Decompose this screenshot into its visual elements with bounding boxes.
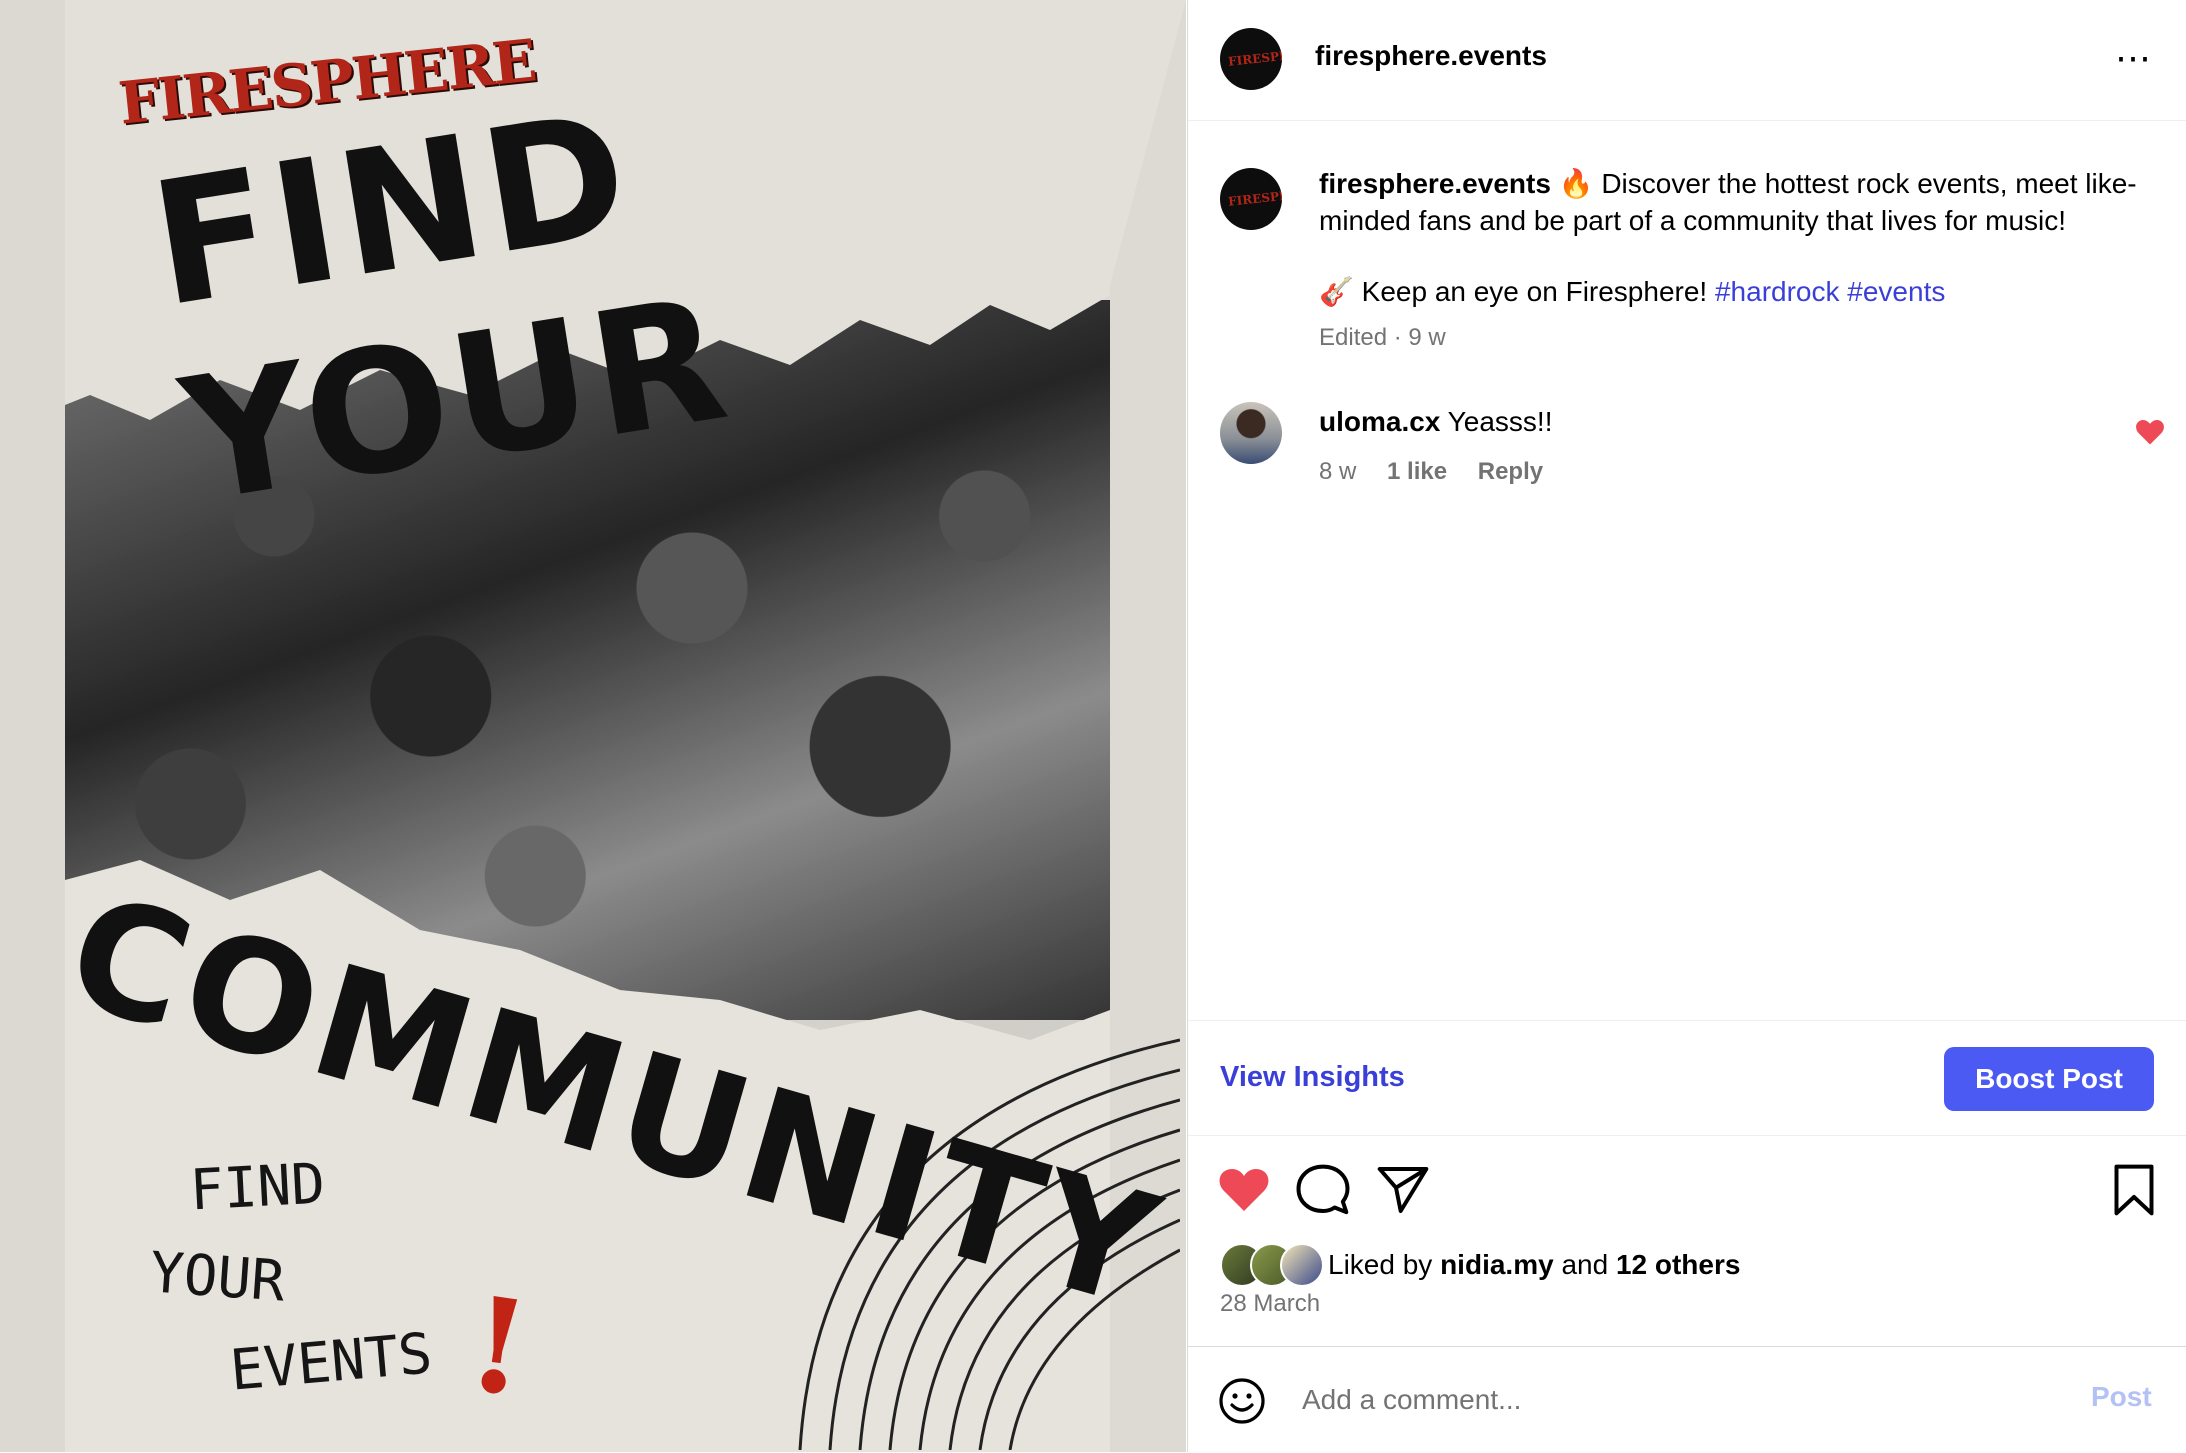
emoji-icon[interactable]	[1218, 1377, 1266, 1425]
comment-meta: 8 w 1 like Reply	[1319, 458, 1567, 486]
comment: uloma.cx Yeasss!!	[1319, 406, 1552, 438]
comment-username[interactable]: uloma.cx	[1319, 406, 1440, 437]
caption-avatar[interactable]: FIRESPHERE	[1220, 168, 1282, 230]
liker-avatar	[1280, 1243, 1324, 1287]
caption-paragraph-1: firesphere.events 🔥 Discover the hottest…	[1319, 165, 2169, 239]
caption-text-2: 🎸 Keep an eye on Firesphere!	[1319, 276, 1715, 307]
insights-bar: View Insights Boost Post	[1188, 1020, 2186, 1136]
caption-paragraph-2: 🎸 Keep an eye on Firesphere! #hardrock #…	[1319, 273, 2169, 310]
comment-reply-button[interactable]: Reply	[1478, 458, 1543, 485]
likes-prefix: Liked by	[1328, 1249, 1441, 1280]
firesphere-logo-icon: FIRESPHERE	[1227, 45, 1282, 69]
boost-post-button[interactable]: Boost Post	[1944, 1047, 2154, 1111]
post-caption: firesphere.events 🔥 Discover the hottest…	[1319, 165, 2169, 310]
comment-body: Yeasss!!	[1440, 406, 1553, 437]
like-heart-icon[interactable]	[1216, 1162, 1272, 1218]
post-image[interactable]: FIRESPHERE FIND YOUR COMMUNITY FIND YOUR…	[0, 0, 1186, 1452]
share-paper-plane-icon[interactable]	[1375, 1162, 1431, 1218]
comment-likes[interactable]: 1 like	[1387, 458, 1447, 485]
view-insights-link[interactable]: View Insights	[1220, 1061, 1405, 1094]
likes-others[interactable]: 12 others	[1616, 1249, 1741, 1280]
comment-bubble-icon[interactable]	[1295, 1162, 1351, 1218]
commenter-avatar[interactable]	[1220, 402, 1282, 464]
comment-time: 8 w	[1319, 458, 1357, 485]
likes-middle: and	[1553, 1249, 1616, 1280]
post-comment-button[interactable]: Post	[2091, 1381, 2152, 1413]
hashtag-events[interactable]: #events	[1847, 276, 1945, 307]
post-header: FIRESPHERE firesphere.events ⋯	[1188, 0, 2186, 121]
hashtag-hardrock[interactable]: #hardrock	[1715, 276, 1840, 307]
liker-username[interactable]: nidia.my	[1440, 1249, 1554, 1280]
save-bookmark-icon[interactable]	[2106, 1162, 2162, 1218]
add-comment-bar: Post	[1188, 1346, 2186, 1453]
comment-input[interactable]	[1300, 1373, 2004, 1427]
poster-small-line-1: FIND	[188, 1151, 327, 1224]
caption-username[interactable]: firesphere.events	[1319, 168, 1551, 199]
likes-text[interactable]: Liked by nidia.my and 12 others	[1328, 1249, 1740, 1281]
more-options-icon[interactable]: ⋯	[2108, 38, 2156, 78]
comment-like-heart-icon[interactable]	[2135, 418, 2165, 446]
post-details-panel: FIRESPHERE firesphere.events ⋯ FIRESPHER…	[1187, 0, 2186, 1452]
header-username[interactable]: firesphere.events	[1315, 40, 1547, 72]
account-avatar[interactable]: FIRESPHERE	[1220, 28, 1282, 90]
likes-summary: Liked by nidia.my and 12 others	[1220, 1243, 2160, 1287]
post-actions	[1188, 1150, 2186, 1230]
post-date: 28 March	[1220, 1290, 1321, 1317]
caption-meta: Edited · 9 w	[1319, 324, 1446, 351]
poster-small-line-2: YOUR	[147, 1240, 287, 1315]
firesphere-logo-icon: FIRESPHERE	[1227, 185, 1282, 209]
